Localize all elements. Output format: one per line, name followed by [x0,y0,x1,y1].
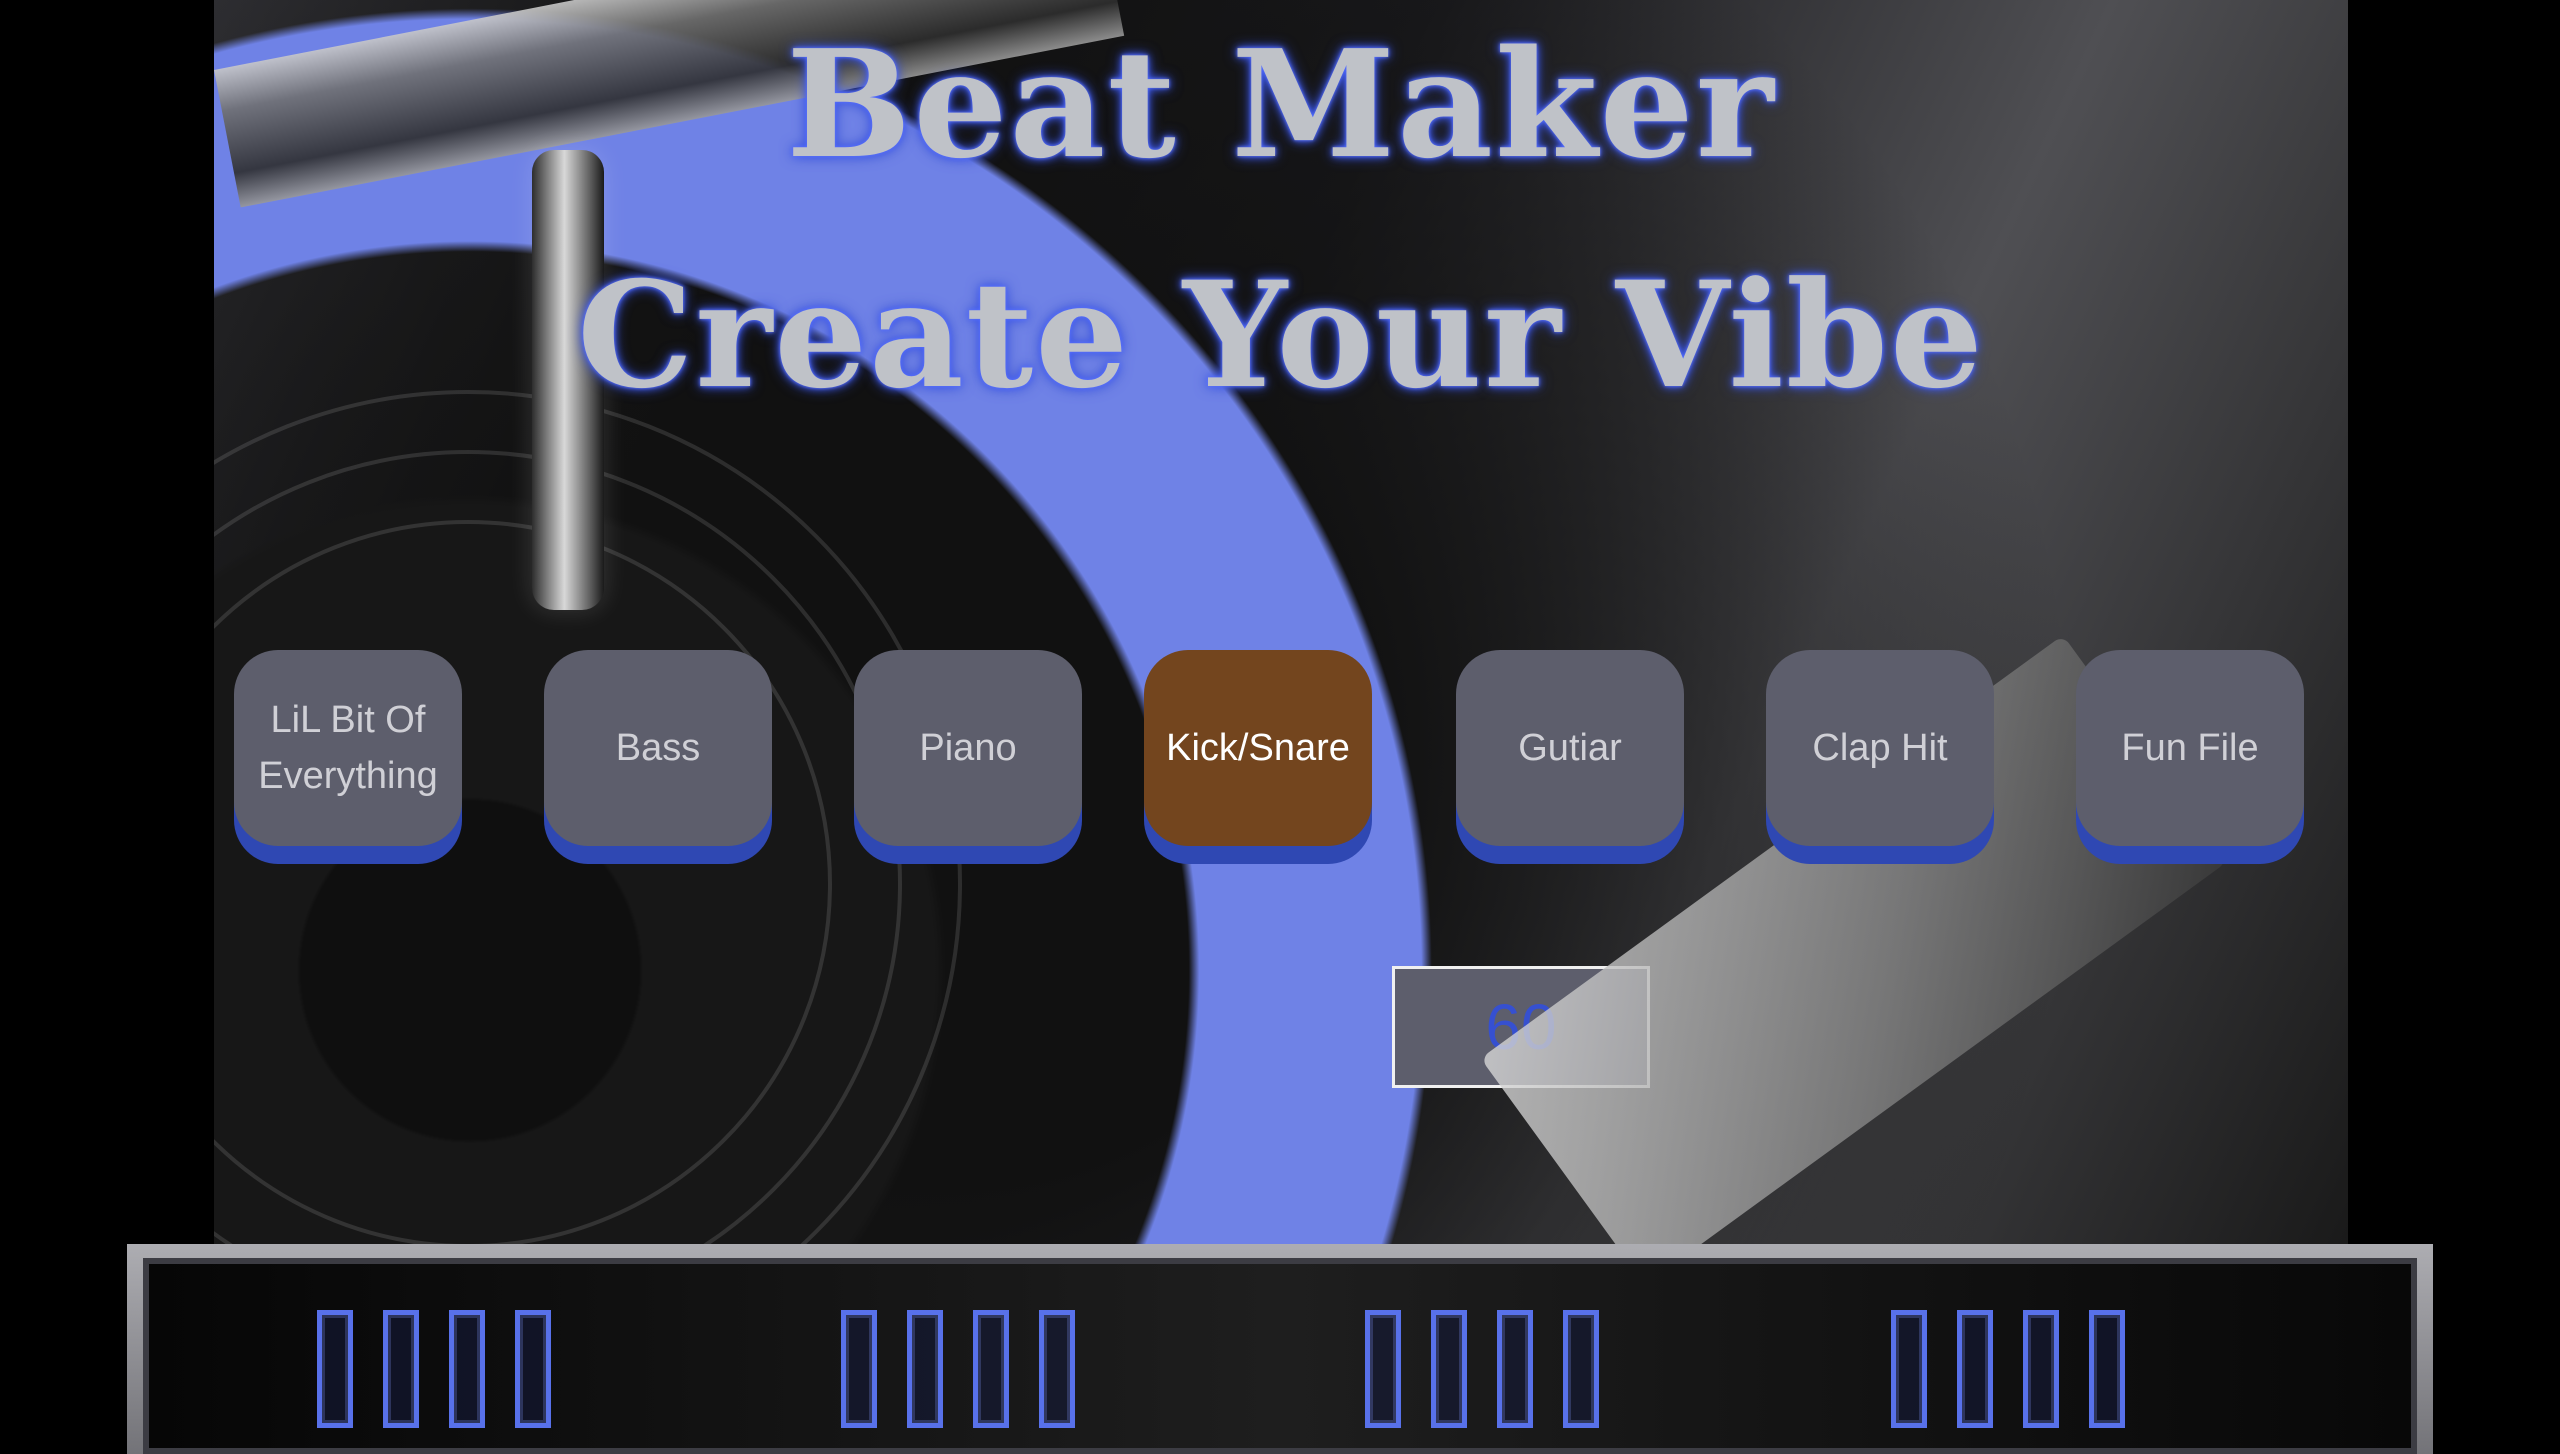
sequencer-step[interactable] [1957,1310,1993,1428]
record-ring [214,520,832,1244]
sequencer-step[interactable] [1039,1310,1075,1428]
sequencer-step[interactable] [449,1310,485,1428]
step-group-3 [1365,1310,1599,1438]
sequencer-step[interactable] [1431,1310,1467,1428]
sequencer-step[interactable] [383,1310,419,1428]
sequencer-step[interactable] [973,1310,1009,1428]
sequencer-step[interactable] [1497,1310,1533,1428]
step-sequencer-panel [143,1258,2417,1454]
sequencer-step[interactable] [515,1310,551,1428]
instrument-pad-row: LiL Bit Of Everything Bass Piano Kick/Sn… [234,650,2306,870]
tempo-input[interactable]: 60 [1392,966,1650,1088]
app-subtitle: Create Your Vibe [577,250,1985,421]
sequencer-step[interactable] [2089,1310,2125,1428]
sequencer-step[interactable] [1365,1310,1401,1428]
sequencer-step[interactable] [2023,1310,2059,1428]
pad-clap-hit[interactable]: Clap Hit [1766,650,1994,846]
pad-piano[interactable]: Piano [854,650,1082,846]
pad-bass[interactable]: Bass [544,650,772,846]
pad-guitar[interactable]: Gutiar [1456,650,1684,846]
step-group-4 [1891,1310,2125,1438]
pad-lil-bit-of-everything[interactable]: LiL Bit Of Everything [234,650,462,846]
step-sequencer [127,1244,2433,1454]
turntable-background: Beat Maker Create Your Vibe 60 [214,0,2348,1244]
sequencer-step[interactable] [317,1310,353,1428]
sequencer-step[interactable] [907,1310,943,1428]
sequencer-step[interactable] [841,1310,877,1428]
sequencer-step[interactable] [1563,1310,1599,1428]
step-group-2 [841,1310,1075,1438]
step-group-1 [317,1310,551,1438]
pad-kick-snare[interactable]: Kick/Snare [1144,650,1372,846]
sequencer-step[interactable] [1891,1310,1927,1428]
pad-fun-file[interactable]: Fun File [2076,650,2304,846]
app-title: Beat Maker [786,17,1776,191]
